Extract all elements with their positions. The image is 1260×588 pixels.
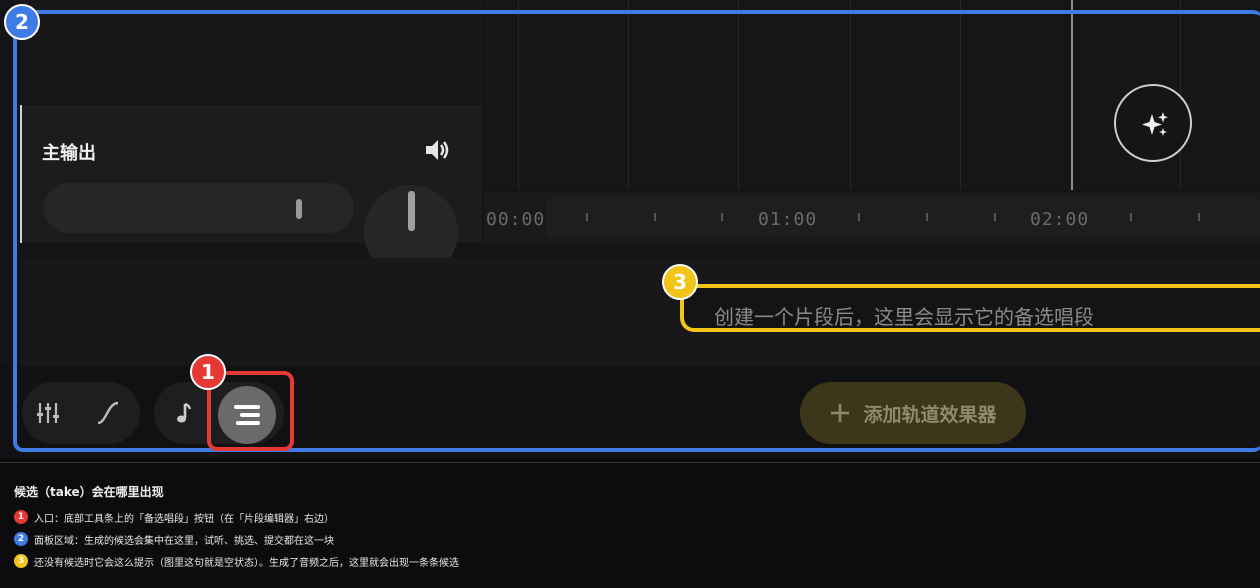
legend-dot-1: 1 bbox=[14, 510, 28, 524]
annotation-badge-2: 2 bbox=[4, 4, 40, 40]
legend-item-text: 还没有候选时它会这么提示（图里这句就是空状态）。生成了音频之后，这里就会出现一条… bbox=[34, 557, 459, 569]
legend-dot-3: 3 bbox=[14, 554, 28, 568]
legend-item: 2 面板区域：生成的候选会集中在这里，试听、挑选、提交都在这一块 bbox=[14, 528, 1246, 550]
annotation-badge-3: 3 bbox=[662, 264, 698, 300]
legend-title: 候选（take）会在哪里出现 bbox=[14, 485, 164, 499]
daw-window: 主输出 00:00 01:00 02:00 添加轨道效果器 创建一个片段后，这里… bbox=[0, 0, 1260, 458]
annotation-badge-1: 1 bbox=[190, 354, 226, 390]
legend: 候选（take）会在哪里出现 1 入口：底部工具条上的「备选唱段」按钮（在「片段… bbox=[0, 462, 1260, 588]
legend-item: 3 还没有候选时它会这么提示（图里这句就是空状态）。生成了音频之后，这里就会出现… bbox=[14, 550, 1246, 572]
legend-item: 1 入口：底部工具条上的「备选唱段」按钮（在「片段编辑器」右边） bbox=[14, 506, 1246, 528]
legend-item-text: 面板区域：生成的候选会集中在这里，试听、挑选、提交都在这一块 bbox=[34, 535, 334, 547]
legend-item-text: 入口：底部工具条上的「备选唱段」按钮（在「片段编辑器」右边） bbox=[34, 513, 334, 525]
legend-dot-2: 2 bbox=[14, 532, 28, 546]
